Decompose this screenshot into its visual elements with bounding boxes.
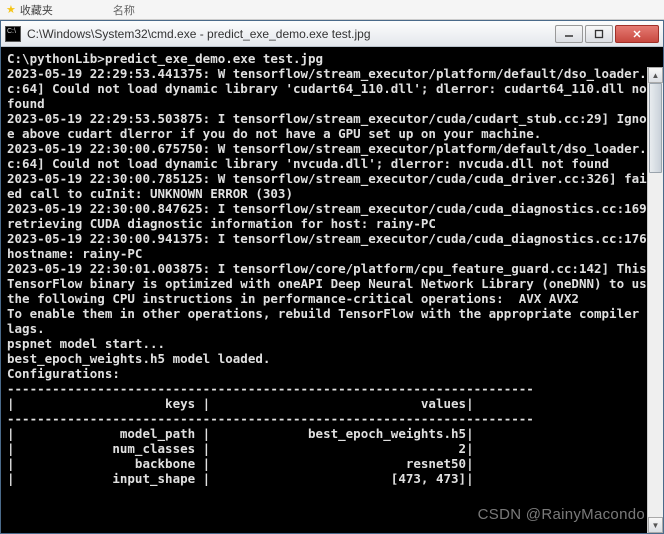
browser-bookmarks-bar: ★ 收藏夹 名称 <box>0 0 664 20</box>
title-bar[interactable]: C:\Windows\System32\cmd.exe - predict_ex… <box>1 21 663 47</box>
scroll-down-button[interactable]: ▼ <box>648 517 663 533</box>
window-buttons <box>555 25 659 43</box>
favorites-label[interactable]: 收藏夹 <box>20 2 53 18</box>
scroll-thumb[interactable] <box>649 83 662 173</box>
window-title: C:\Windows\System32\cmd.exe - predict_ex… <box>27 27 555 41</box>
close-button[interactable] <box>615 25 659 43</box>
scroll-up-button[interactable]: ▲ <box>648 67 663 83</box>
cmd-window: C:\Windows\System32\cmd.exe - predict_ex… <box>0 20 664 534</box>
cmd-icon <box>5 26 21 42</box>
console-output[interactable]: C:\pythonLib>predict_exe_demo.exe test.j… <box>1 47 663 533</box>
column-header-name: 名称 <box>113 2 135 18</box>
minimize-button[interactable] <box>555 25 583 43</box>
maximize-button[interactable] <box>585 25 613 43</box>
scrollbar-vertical[interactable]: ▲ ▼ <box>647 67 663 533</box>
star-icon: ★ <box>6 3 16 16</box>
